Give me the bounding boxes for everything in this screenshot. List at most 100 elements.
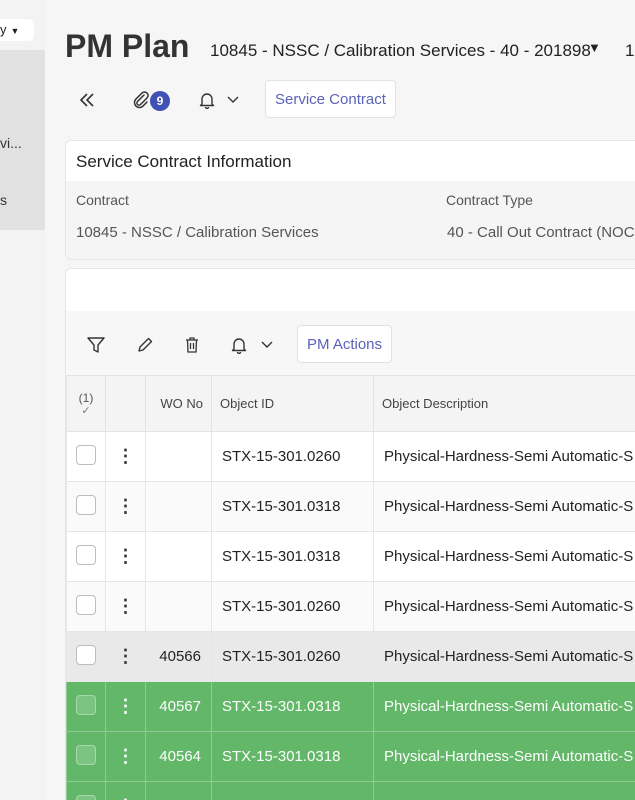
row-checkbox[interactable]	[76, 444, 96, 465]
object-id-cell: STX-15-301.0260	[211, 431, 374, 482]
main-content: PM Plan 10845 - NSSC / Calibration Servi…	[45, 0, 635, 800]
row-select-cell[interactable]	[66, 731, 106, 782]
row-select-cell[interactable]	[66, 781, 106, 800]
caret-down-icon[interactable]: ▼	[588, 40, 601, 55]
table-row[interactable]: ⋮ 40564 STX-15-301.0318 Physical-Hardness-S…	[66, 731, 635, 782]
nav-item-1[interactable]: vi...	[0, 135, 45, 151]
contract-type-value: 40 - Call Out Contract (NOC	[447, 224, 635, 241]
table-row[interactable]: ⋮ STX-15-301.0260 Physical-Hardness-Semi A…	[66, 431, 635, 482]
object-id-cell: STX-15-301.0318	[211, 481, 374, 532]
more-vertical-icon[interactable]: ⋮	[107, 446, 145, 467]
object-id-cell: STX-15-301.0318	[211, 681, 374, 732]
row-checkbox[interactable]	[76, 694, 96, 715]
wo-no-cell: 40567	[145, 681, 212, 732]
wo-no-cell	[145, 431, 212, 482]
pm-actions-button[interactable]: PM Actions	[297, 325, 393, 363]
grid-toolbar: PM Actions	[66, 311, 635, 375]
row-menu-cell[interactable]: ⋮	[105, 781, 146, 800]
row-menu-cell[interactable]: ⋮	[105, 731, 146, 782]
more-vertical-icon[interactable]: ⋮	[107, 546, 145, 567]
contract-label: Contract	[76, 192, 129, 208]
row-menu-cell[interactable]: ⋮	[105, 631, 146, 682]
object-description-cell: Physical-Hardness-Semi Automatic-S	[373, 431, 635, 482]
left-nav: y ▼ vi... s	[0, 0, 45, 800]
more-vertical-icon[interactable]: ⋮	[107, 746, 145, 767]
object-description-cell: Physical-Hardness-Semi Automatic-S	[373, 481, 635, 532]
table-row[interactable]: ⋮ STX-15-301.0260 Physical-Hardness-Semi A…	[66, 581, 635, 632]
row-select-cell[interactable]	[66, 581, 106, 632]
row-select-cell[interactable]	[66, 631, 106, 682]
more-vertical-icon[interactable]: ⋮	[107, 796, 145, 800]
row-checkbox[interactable]	[76, 744, 96, 765]
edit-pencil-icon[interactable]	[133, 333, 157, 357]
object-id-cell: STX-15-301.0318	[211, 731, 374, 782]
selected-count: (1)	[78, 390, 94, 405]
bell-icon[interactable]	[227, 333, 251, 357]
nav-panel: vi... s	[0, 50, 45, 230]
more-vertical-icon[interactable]: ⋮	[107, 496, 145, 517]
row-select-cell[interactable]	[66, 681, 106, 732]
collapse-double-chevron-icon[interactable]	[73, 86, 101, 114]
trash-icon[interactable]	[180, 333, 204, 357]
record-selector[interactable]: 10845 - NSSC / Calibration Services - 40…	[210, 41, 591, 61]
wo-no-cell	[145, 481, 212, 532]
object-description-header[interactable]: Object Description	[373, 375, 635, 432]
row-select-cell[interactable]	[66, 431, 106, 482]
row-menu-cell[interactable]: ⋮	[105, 681, 146, 732]
row-menu-cell[interactable]: ⋮	[105, 531, 146, 582]
caret-down-icon: ▼	[10, 26, 20, 36]
table-row[interactable]: ⋮ STX-15-301.0318 Physical-Hardness-Semi A…	[66, 481, 635, 532]
actions-header	[105, 375, 146, 432]
chevron-down-icon[interactable]	[257, 335, 277, 355]
row-checkbox[interactable]	[76, 494, 96, 515]
wo-no-cell: 40566	[145, 631, 212, 682]
object-description-cell	[373, 781, 635, 800]
more-vertical-icon[interactable]: ⋮	[107, 696, 145, 717]
row-checkbox[interactable]	[76, 794, 96, 800]
object-description-cell: Physical-Hardness-Semi Automatic-S	[373, 731, 635, 782]
object-id-cell: STX-15-301.0318	[211, 531, 374, 582]
filter-icon[interactable]	[84, 333, 108, 357]
card-body: Contract 10845 - NSSC / Calibration Serv…	[66, 181, 635, 259]
attachments-count-badge: 9	[150, 91, 170, 111]
row-checkbox[interactable]	[76, 594, 96, 615]
object-id-cell: STX-15-301.0260	[211, 631, 374, 682]
service-contract-card: Service Contract Information Contract 10…	[65, 140, 635, 260]
table-row[interactable]: ⋮	[66, 781, 635, 800]
pm-plan-table: (1) ✓ WO No Object ID Object Description…	[66, 375, 635, 800]
wo-no-cell	[145, 581, 212, 632]
object-id-cell: STX-15-301.0260	[211, 581, 374, 632]
nav-item-2[interactable]: s	[0, 192, 45, 208]
more-vertical-icon[interactable]: ⋮	[107, 596, 145, 617]
row-select-cell[interactable]	[66, 531, 106, 582]
chevron-down-icon[interactable]	[223, 90, 243, 110]
object-description-cell: Physical-Hardness-Semi Automatic-S	[373, 681, 635, 732]
object-description-cell: Physical-Hardness-Semi Automatic-S	[373, 631, 635, 682]
pm-plan-grid: PM Actions (1) ✓ WO No Object ID Object …	[65, 268, 635, 800]
table-row[interactable]: ⋮ 40566 STX-15-301.0260 Physical-Hardness-S…	[66, 631, 635, 682]
card-heading: Service Contract Information	[76, 152, 292, 171]
table-row[interactable]: ⋮ STX-15-301.0318 Physical-Hardness-Semi A…	[66, 531, 635, 582]
select-all-header[interactable]: (1) ✓	[66, 375, 106, 432]
wo-no-cell	[145, 531, 212, 582]
bell-icon[interactable]	[193, 86, 221, 114]
nav-dropdown-label: y	[0, 22, 7, 37]
table-row[interactable]: ⋮ 40567 STX-15-301.0318 Physical-Hardness-S…	[66, 681, 635, 732]
wo-no-header[interactable]: WO No	[145, 375, 212, 432]
contract-value: 10845 - NSSC / Calibration Services	[76, 224, 319, 241]
row-menu-cell[interactable]: ⋮	[105, 481, 146, 532]
row-menu-cell[interactable]: ⋮	[105, 431, 146, 482]
object-description-cell: Physical-Hardness-Semi Automatic-S	[373, 531, 635, 582]
service-contract-button[interactable]: Service Contract	[265, 80, 396, 118]
wo-no-cell	[145, 781, 212, 800]
object-description-cell: Physical-Hardness-Semi Automatic-S	[373, 581, 635, 632]
nav-dropdown[interactable]: y ▼	[0, 19, 34, 41]
row-menu-cell[interactable]: ⋮	[105, 581, 146, 632]
more-vertical-icon[interactable]: ⋮	[107, 646, 145, 667]
row-select-cell[interactable]	[66, 481, 106, 532]
header-extra: 1	[625, 41, 635, 60]
row-checkbox[interactable]	[76, 644, 96, 665]
row-checkbox[interactable]	[76, 544, 96, 565]
object-id-header[interactable]: Object ID	[211, 375, 374, 432]
wo-no-cell: 40564	[145, 731, 212, 782]
